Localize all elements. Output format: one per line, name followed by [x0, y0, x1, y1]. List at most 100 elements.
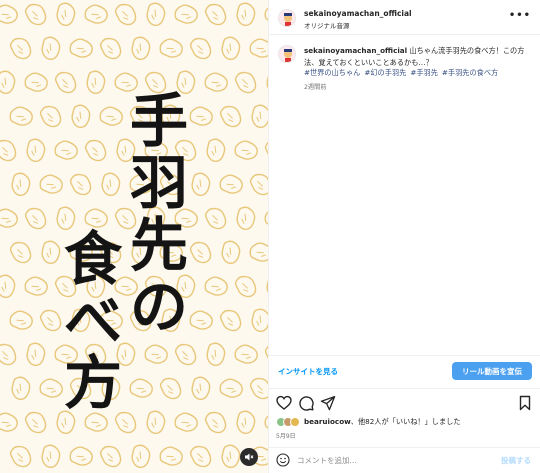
mute-button[interactable]	[240, 448, 258, 466]
wing-pattern-icon	[247, 376, 268, 401]
wing-pattern-icon	[215, 237, 246, 268]
likes-count-text: 、他82人が「いいね！」しました	[350, 417, 461, 426]
hashtag-link[interactable]: #幻の手羽先	[364, 68, 406, 77]
wing-pattern-icon	[97, 36, 124, 61]
emoji-icon[interactable]	[276, 453, 290, 467]
hashtag-link[interactable]: #世界の山ちゃん	[304, 68, 360, 77]
wing-pattern-icon	[35, 33, 66, 64]
wing-pattern-icon	[6, 102, 36, 131]
wing-pattern-icon	[37, 308, 64, 333]
wing-pattern-icon	[22, 410, 49, 435]
caption-username[interactable]: sekainoyamachan_official	[304, 46, 407, 55]
speaker-muted-icon	[245, 453, 254, 461]
wing-pattern-icon	[231, 340, 261, 369]
wing-pattern-icon	[215, 33, 246, 64]
wing-pattern-icon	[140, 407, 171, 438]
wing-pattern-icon	[156, 442, 186, 471]
bookmark-icon[interactable]	[517, 395, 533, 411]
title-char: 方	[64, 349, 123, 417]
post-detail-panel: sekainoyamachan_official オリジナル音源 ••• sek…	[268, 0, 540, 473]
comment-icon[interactable]	[298, 395, 314, 411]
audio-link[interactable]: オリジナル音源	[304, 20, 350, 30]
wing-pattern-icon	[36, 170, 66, 199]
wing-pattern-icon	[36, 374, 66, 403]
share-icon[interactable]	[320, 395, 336, 411]
heart-icon[interactable]	[276, 395, 292, 411]
wing-pattern-icon	[95, 169, 126, 200]
post-comment-button[interactable]: 投稿する	[501, 455, 531, 466]
wing-pattern-icon	[0, 408, 21, 437]
wing-pattern-icon	[171, 0, 201, 29]
wing-pattern-icon	[20, 339, 51, 370]
avatar[interactable]	[278, 9, 296, 27]
wing-pattern-icon	[217, 308, 244, 333]
wing-pattern-icon	[185, 373, 216, 404]
profile-character-icon	[284, 49, 292, 62]
title-char: べ	[64, 287, 123, 355]
wing-pattern-icon	[186, 102, 216, 131]
wing-pattern-icon	[185, 169, 216, 200]
wing-pattern-icon	[260, 271, 268, 302]
comment-bar: 投稿する	[269, 447, 540, 473]
wing-pattern-icon	[112, 2, 139, 27]
hashtag-link[interactable]: #手羽先	[410, 68, 438, 77]
likes-summary[interactable]: bearuiocow、他82人が「いいね！」しました	[276, 417, 461, 427]
view-insights-link[interactable]: インサイトを見る	[278, 366, 338, 377]
wing-pattern-icon	[97, 444, 124, 469]
hashtag-link[interactable]: #手羽先の食べ方	[442, 68, 498, 77]
wing-pattern-icon	[0, 342, 19, 367]
wing-pattern-icon	[7, 240, 34, 265]
wing-pattern-icon	[230, 203, 261, 234]
wing-pattern-icon	[0, 138, 19, 163]
promote-reel-button[interactable]: リール動画を宣伝	[452, 362, 532, 380]
wing-pattern-icon	[52, 70, 79, 95]
wing-pattern-icon	[22, 2, 49, 27]
wing-pattern-icon	[20, 135, 51, 166]
wing-pattern-icon	[231, 136, 261, 165]
wing-pattern-icon	[141, 340, 171, 369]
wing-pattern-icon	[246, 34, 268, 63]
wing-pattern-icon	[67, 172, 94, 197]
comment-input[interactable]	[297, 452, 477, 468]
wing-pattern-icon	[217, 104, 244, 129]
wing-pattern-icon	[0, 271, 21, 302]
header-username[interactable]: sekainoyamachan_official	[304, 9, 412, 18]
wing-pattern-icon	[171, 408, 201, 437]
profile-character-icon	[284, 13, 292, 26]
title-char: 羽	[130, 149, 189, 217]
wing-pattern-icon	[21, 68, 51, 97]
more-horizontal-icon[interactable]: •••	[509, 10, 531, 21]
wing-pattern-icon	[201, 272, 231, 301]
wing-pattern-icon	[21, 272, 51, 301]
avatar[interactable]	[278, 45, 296, 63]
wing-pattern-icon	[0, 67, 21, 98]
wing-pattern-icon	[5, 169, 36, 200]
title-column-2: 食 べ 方	[64, 230, 122, 416]
wing-pattern-icon	[230, 0, 261, 30]
post-header: sekainoyamachan_official オリジナル音源 •••	[269, 0, 540, 35]
wing-pattern-icon	[156, 34, 186, 63]
wing-pattern-icon	[35, 237, 66, 268]
wing-pattern-icon	[187, 444, 214, 469]
wing-pattern-icon	[157, 376, 184, 401]
wing-pattern-icon	[37, 104, 64, 129]
wing-pattern-icon	[186, 306, 216, 335]
wing-pattern-icon	[6, 306, 36, 335]
title-char: 食	[64, 225, 123, 293]
likes-username[interactable]: bearuiocow	[304, 417, 351, 426]
wing-pattern-icon	[140, 0, 171, 30]
wing-pattern-icon	[200, 339, 231, 370]
timestamp[interactable]: 2週間前	[304, 82, 327, 91]
insight-bar: インサイトを見る リール動画を宣伝	[269, 355, 540, 387]
wing-pattern-icon	[7, 444, 34, 469]
wing-pattern-icon	[202, 2, 229, 27]
wing-pattern-icon	[66, 442, 96, 471]
wing-pattern-icon	[202, 206, 229, 231]
title-char: の	[130, 273, 189, 341]
hashtag-list: #世界の山ちゃん #幻の手羽先 #手羽先 #手羽先の食べ方	[304, 67, 534, 79]
avatar	[290, 417, 300, 427]
reel-video[interactable]: 手 羽 先 の 食 べ 方	[0, 0, 268, 473]
wing-pattern-icon	[202, 410, 229, 435]
wing-pattern-icon	[187, 36, 214, 61]
title-column-1: 手 羽 先 の	[130, 92, 188, 340]
